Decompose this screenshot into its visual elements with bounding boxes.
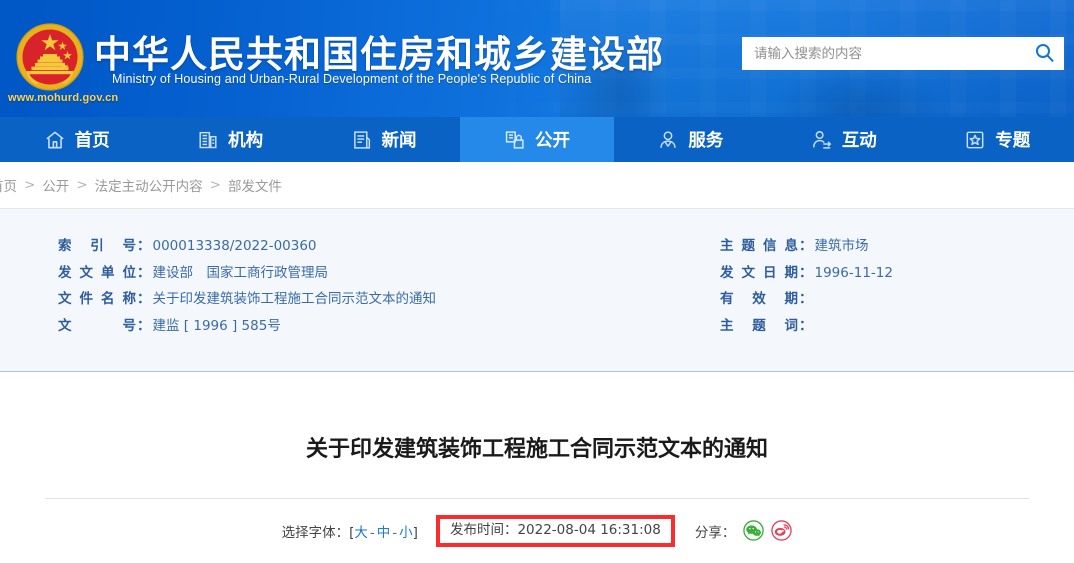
weibo-share-icon[interactable]	[771, 520, 793, 541]
metadata-label: 发文单位	[58, 264, 136, 281]
nav-label: 服务	[688, 131, 724, 151]
metadata-label: 文号	[58, 317, 136, 334]
article-toolbar: 选择字体：[大 - 中 - 小] 发布时间：2022-08-04 16:31:08 分享…	[0, 514, 1074, 547]
metadata-row-validity-period: 有效期 ：	[720, 287, 1074, 314]
nav-item-organization[interactable]: 机构	[153, 117, 306, 162]
nav-item-open-info[interactable]: 公开	[460, 117, 614, 162]
publish-time-label: 发布时间：	[449, 521, 518, 538]
nav-label: 公开	[534, 131, 570, 151]
publish-time-value: 2022-08-04 16:31:08	[517, 521, 661, 538]
metadata-label: 主题词	[720, 317, 798, 334]
site-title-english: Ministry of Housing and Urban-Rural Deve…	[112, 72, 592, 86]
search-icon	[1035, 43, 1054, 65]
nav-label: 专题	[995, 131, 1031, 151]
metadata-value: 关于印发建筑装饰工程施工合同示范文本的通知	[152, 291, 437, 307]
breadcrumb-separator: >	[209, 177, 221, 193]
metadata-row-issuing-unit: 发文单位 ： 建设部 国家工商行政管理局	[58, 261, 700, 288]
title-divider	[45, 497, 1029, 499]
metadata-colon: ：	[799, 264, 813, 281]
nav-label: 互动	[841, 131, 877, 151]
search-input[interactable]	[742, 37, 1024, 70]
nav-item-topics[interactable]: 专题	[921, 117, 1074, 162]
metadata-colon: ：	[137, 264, 151, 281]
share-group: 分享：	[695, 520, 793, 541]
metadata-row-subject-terms: 主题词 ：	[720, 314, 1074, 341]
national-emblem-icon	[14, 21, 86, 93]
building-icon	[197, 129, 219, 151]
font-size-picker: 选择字体：[大 - 中 - 小]	[282, 521, 418, 541]
nav-label: 新闻	[381, 131, 417, 151]
site-header: 中华人民共和国住房和城乡建设部 Ministry of Housing and …	[0, 0, 1074, 117]
nav-label: 首页	[74, 131, 110, 151]
star-topic-icon	[964, 129, 986, 151]
breadcrumb-item-open[interactable]: 公开	[42, 175, 69, 195]
breadcrumb-item-statutory-disclosure[interactable]: 法定主动公开内容	[95, 175, 203, 195]
article-section: 关于印发建筑装饰工程施工合同示范文本的通知 选择字体：[大 - 中 - 小] 发布时间：…	[0, 372, 1074, 547]
metadata-row-document-name: 文件名称 ： 关于印发建筑装饰工程施工合同示范文本的通知	[58, 287, 700, 314]
metadata-colon: ：	[137, 291, 151, 307]
metadata-colon: ：	[799, 317, 813, 334]
site-url-label: www.mohurd.gov.cn	[8, 92, 119, 104]
metadata-label: 发文日期	[720, 264, 798, 281]
home-icon	[44, 129, 66, 151]
breadcrumb-item-ministry-documents[interactable]: 部发文件	[228, 175, 282, 195]
metadata-row-topic-info: 主题信息 ： 建筑市场	[720, 234, 1074, 261]
font-size-large[interactable]: 大	[354, 525, 368, 541]
bracket-close: ]	[412, 524, 418, 541]
metadata-column-left: 索引号 ： 000013338/2022-00360 发文单位 ： 建设部 国家…	[0, 234, 700, 340]
nav-item-service[interactable]: 服务	[614, 117, 767, 162]
metadata-label: 文件名称	[58, 291, 136, 307]
metadata-row-issue-date: 发文日期 ： 1996-11-12	[720, 261, 1074, 288]
metadata-value: 1996-11-12	[814, 264, 893, 281]
share-label: 分享：	[694, 524, 736, 541]
font-size-label: 选择字体：	[281, 524, 350, 541]
publish-time-highlight-box: 发布时间：2022-08-04 16:31:08	[435, 514, 675, 547]
breadcrumb-separator: >	[76, 177, 88, 193]
metadata-colon: ：	[137, 238, 151, 254]
search-box[interactable]	[742, 37, 1064, 70]
service-person-icon	[657, 129, 679, 151]
nav-item-news[interactable]: 新闻	[307, 117, 460, 162]
open-info-icon	[504, 129, 526, 151]
document-metadata-panel: 索引号 ： 000013338/2022-00360 发文单位 ： 建设部 国家…	[0, 209, 1074, 372]
metadata-row-document-number: 文号 ： 建监 [ 1996 ] 585号	[58, 314, 700, 341]
font-size-dash: -	[369, 524, 375, 541]
nav-label: 机构	[228, 131, 264, 151]
metadata-colon: ：	[799, 291, 813, 307]
metadata-value: 000013338/2022-00360	[152, 238, 317, 254]
breadcrumb-separator: >	[24, 177, 36, 193]
font-size-small[interactable]: 小	[399, 525, 413, 541]
metadata-value: 建设部 国家工商行政管理局	[152, 264, 329, 281]
interaction-person-icon	[811, 129, 833, 151]
metadata-value: 建监 [ 1996 ] 585号	[152, 317, 281, 334]
nav-item-interaction[interactable]: 互动	[767, 117, 920, 162]
metadata-column-right: 主题信息 ： 建筑市场 发文日期 ： 1996-11-12 有效期 ： 主 题 …	[700, 234, 1074, 340]
metadata-colon: ：	[137, 317, 151, 334]
main-navigation: 首页 机构 新闻 公开 服务 互动 专题	[0, 117, 1074, 162]
news-document-icon	[351, 129, 373, 151]
metadata-colon: ：	[799, 238, 813, 254]
breadcrumb: 首页 > 公开 > 法定主动公开内容 > 部发文件	[0, 162, 1074, 209]
metadata-label: 索引号	[58, 238, 136, 254]
site-title-chinese: 中华人民共和国住房和城乡建设部	[94, 33, 664, 76]
metadata-label: 有效期	[720, 291, 798, 307]
metadata-row-index-number: 索引号 ： 000013338/2022-00360	[58, 234, 700, 261]
metadata-label: 主题信息	[720, 238, 798, 254]
page-title: 关于印发建筑装饰工程施工合同示范文本的通知	[305, 437, 768, 462]
search-button[interactable]	[1024, 37, 1064, 70]
metadata-value: 建筑市场	[814, 238, 869, 254]
wechat-share-icon[interactable]	[743, 520, 765, 541]
font-size-medium[interactable]: 中	[377, 525, 391, 541]
breadcrumb-item-home[interactable]: 首页	[0, 175, 17, 195]
font-size-dash: -	[392, 524, 398, 541]
nav-item-home[interactable]: 首页	[0, 117, 153, 162]
